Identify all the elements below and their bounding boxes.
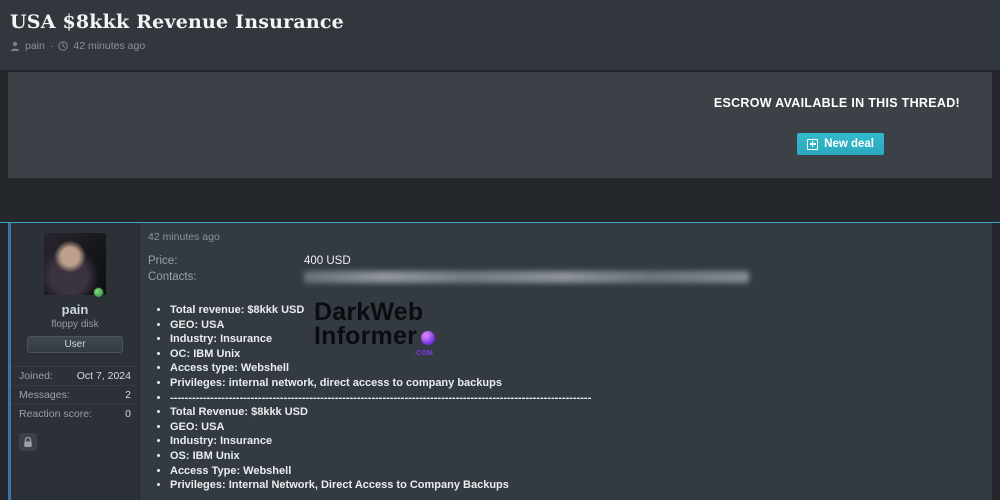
post-timestamp[interactable]: 42 minutes ago: [148, 231, 976, 243]
avatar-wrap: [44, 233, 106, 295]
clock-icon: [58, 41, 68, 51]
bullet-item: Total revenue: $8kkk USD: [170, 303, 976, 318]
bullet-item: Industry: Insurance: [170, 332, 976, 347]
online-indicator-icon: [93, 287, 104, 298]
thread-header: USA $8kkk Revenue Insurance pain · 42 mi…: [0, 0, 1000, 70]
post-bullet-list: Total revenue: $8kkk USD GEO: USA Indust…: [148, 303, 976, 493]
bullet-item: GEO: USA: [170, 420, 976, 435]
plus-icon: [807, 139, 818, 150]
price-label: Price:: [148, 253, 304, 269]
redacted-contacts-bar: [304, 271, 749, 283]
bullet-item: Total Revenue: $8kkk USD: [170, 405, 976, 420]
stat-value: 2: [125, 389, 131, 401]
contacts-label: Contacts:: [148, 269, 304, 285]
price-row: Price: 400 USD: [148, 253, 976, 269]
bullet-item: Privileges: Internal Network, Direct Acc…: [170, 478, 976, 493]
stat-row: Reaction score: 0: [11, 404, 139, 423]
thread-meta: pain · 42 minutes ago: [10, 40, 984, 52]
stat-label: Messages:: [19, 389, 70, 401]
bullet-item: Access type: Webshell: [170, 361, 976, 376]
thread-title: USA $8kkk Revenue Insurance: [10, 11, 984, 33]
stat-row: Messages: 2: [11, 385, 139, 404]
user-card: pain floppy disk User Joined: Oct 7, 202…: [11, 223, 140, 500]
user-stats: Joined: Oct 7, 2024 Messages: 2 Reaction…: [11, 366, 139, 423]
thread-time-link[interactable]: 42 minutes ago: [73, 40, 145, 52]
bullet-item: GEO: USA: [170, 318, 976, 333]
stat-value: Oct 7, 2024: [77, 370, 131, 382]
post-body: 42 minutes ago Price: 400 USD Contacts: …: [140, 223, 992, 500]
bullet-item: Privileges: internal network, direct acc…: [170, 376, 976, 391]
lock-icon: [19, 433, 37, 451]
escrow-text: ESCROW AVAILABLE IN THIS THREAD!: [714, 96, 960, 110]
lock-wrap: [11, 423, 139, 453]
bullet-item: ----------------------------------------…: [170, 391, 976, 406]
price-value: 400 USD: [304, 253, 351, 269]
bullet-item: Industry: Insurance: [170, 434, 976, 449]
bullet-item: Access Type: Webshell: [170, 464, 976, 479]
post: pain floppy disk User Joined: Oct 7, 202…: [8, 223, 992, 500]
stat-value: 0: [125, 408, 131, 420]
forum-thread-page: USA $8kkk Revenue Insurance pain · 42 mi…: [0, 0, 1000, 500]
escrow-banner: ESCROW AVAILABLE IN THIS THREAD! New dea…: [8, 72, 992, 178]
stat-label: Reaction score:: [19, 408, 92, 420]
thread-author-link[interactable]: pain: [25, 40, 45, 52]
author-icon: [10, 41, 20, 51]
new-deal-label: New deal: [824, 138, 874, 150]
contacts-row: Contacts:: [148, 269, 976, 285]
user-role-badge: User: [27, 336, 123, 353]
user-title: floppy disk: [11, 319, 139, 330]
stat-label: Joined:: [19, 370, 53, 382]
username-link[interactable]: pain: [11, 302, 139, 317]
bullet-item: OC: IBM Unix: [170, 347, 976, 362]
avatar[interactable]: [44, 233, 106, 295]
stat-row: Joined: Oct 7, 2024: [11, 366, 139, 385]
page-gap: [0, 178, 1000, 222]
bullet-item: OS: IBM Unix: [170, 449, 976, 464]
new-deal-button[interactable]: New deal: [797, 133, 884, 155]
meta-separator: ·: [50, 40, 54, 52]
